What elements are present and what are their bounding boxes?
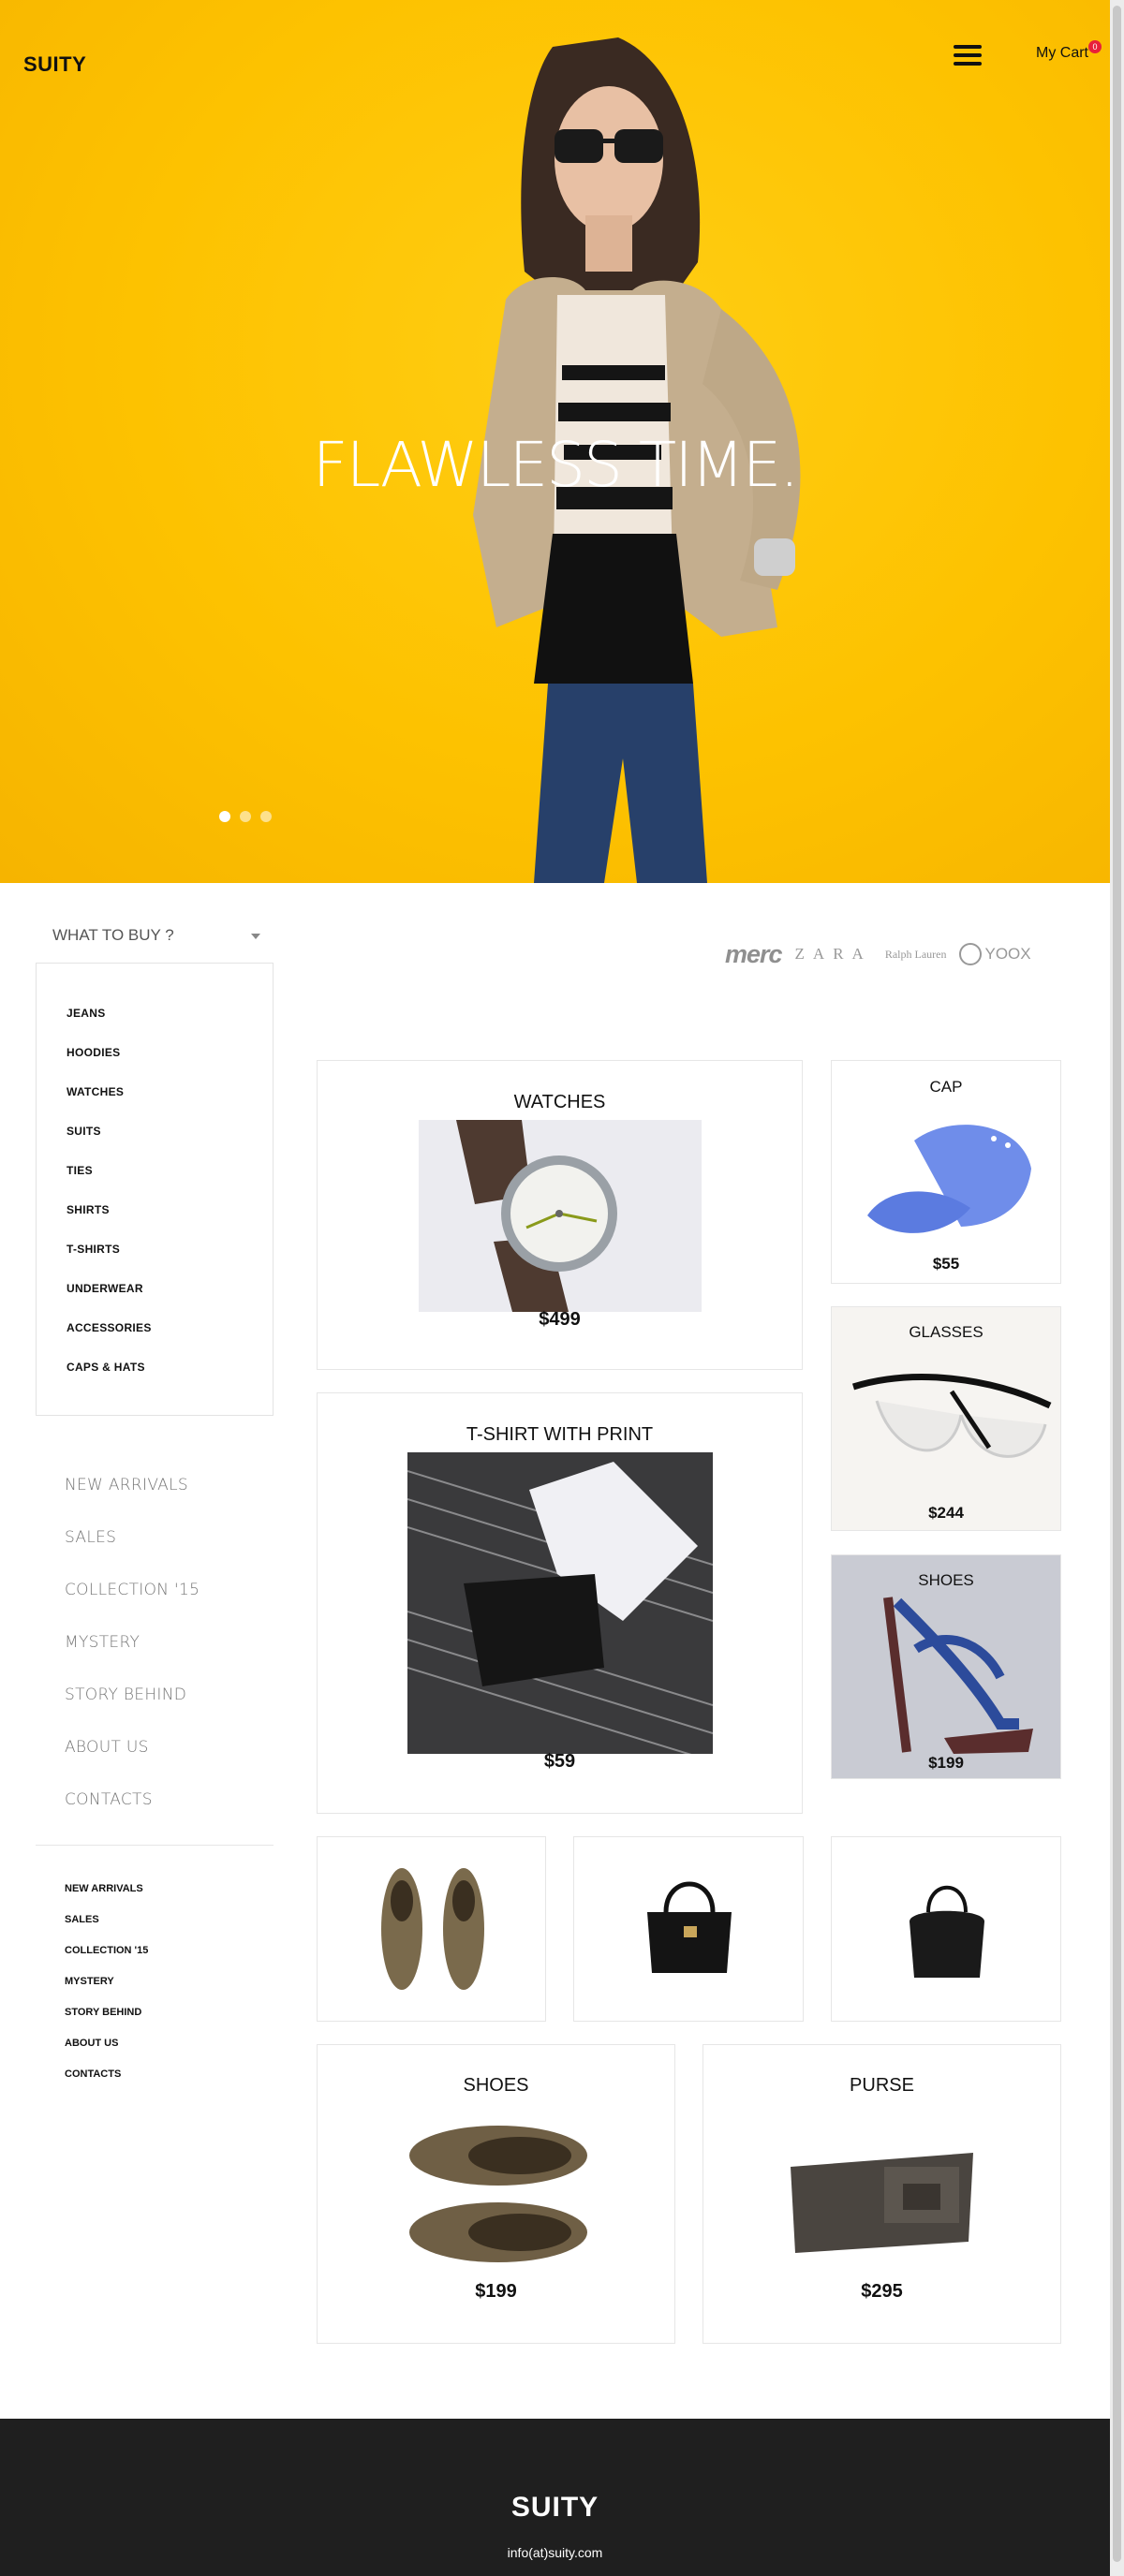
slider-dot-3[interactable] [260,811,272,822]
category-item[interactable]: HOODIES [67,1046,273,1085]
heels-image [883,1597,1033,1754]
product-title: WATCHES [513,1092,606,1112]
category-list: JEANS HOODIES WATCHES SUITS TIES SHIRTS … [36,963,274,1416]
category-item[interactable]: SHIRTS [67,1203,273,1243]
product-card-tshirt[interactable]: T-SHIRT WITH PRINT $59 [317,1392,803,1814]
hamburger-menu-icon[interactable] [954,45,982,67]
site-logo[interactable]: SUITY [23,52,86,77]
brand-logo-merc[interactable]: merc [725,940,783,969]
nav-small-link[interactable]: COLLECTION '15 [65,1945,148,1976]
sidebar-divider [36,1845,274,1846]
product-price: $55 [932,1255,960,1273]
nav-link[interactable]: NEW ARRIVALS [65,1476,200,1528]
yoox-ring-icon [959,943,983,965]
product-title: GLASSES [909,1323,984,1341]
black-bag-image [910,1885,984,1978]
watch-image [419,1120,702,1312]
category-item[interactable]: UNDERWEAR [67,1282,273,1321]
footer-email[interactable]: info(at)suity.com [0,2545,1110,2560]
sidebar-nav-small: NEW ARRIVALS SALES COLLECTION '15 MYSTER… [65,1883,148,2099]
what-to-buy-dropdown[interactable]: WHAT TO BUY ? [36,921,274,949]
product-card-cap[interactable]: CAP $55 [831,1060,1061,1284]
studded-bag-image [647,1881,732,1973]
product-card-boots[interactable] [317,1836,546,2022]
category-item[interactable]: TIES [67,1164,273,1203]
purse-image [791,2153,973,2253]
brand-logo-ralph-lauren[interactable]: Ralph Lauren [885,948,947,962]
cap-image [867,1125,1031,1233]
product-title: SHOES [463,2075,529,2096]
nav-small-link[interactable]: MYSTERY [65,1976,148,2007]
nav-link[interactable]: SALES [65,1528,200,1581]
brand-logos: merc ZARA Ralph Lauren YOOX [725,940,1031,968]
slider-dots [219,811,272,822]
product-title: PURSE [850,2075,914,2096]
nav-small-link[interactable]: ABOUT US [65,2038,148,2068]
nav-link[interactable]: STORY BEHIND [65,1685,200,1738]
product-title: CAP [929,1078,963,1096]
hero-banner: SUITY My Cart 0 FLAWLESS TIME. [0,0,1110,883]
brand-yoox-label: YOOX [984,945,1031,963]
nav-small-link[interactable]: CONTACTS [65,2068,148,2099]
brand-logo-zara[interactable]: ZARA [795,945,872,964]
product-title: SHOES [918,1571,974,1589]
product-card-purse[interactable]: PURSE $295 [702,2044,1061,2344]
scrollbar-thumb[interactable] [1113,6,1121,2562]
product-card-handbag-studded[interactable] [573,1836,804,2022]
hero-title: FLAWLESS TIME. [312,429,800,501]
nav-link[interactable]: COLLECTION '15 [65,1581,200,1633]
shoes-image [409,2126,587,2262]
slider-dot-2[interactable] [240,811,251,822]
footer: SUITY info(at)suity.com [0,2419,1110,2576]
slider-dot-1[interactable] [219,811,230,822]
product-price: $244 [928,1504,964,1522]
category-item[interactable]: CAPS & HATS [67,1361,273,1400]
scrollbar[interactable] [1110,0,1124,2576]
nav-link[interactable]: CONTACTS [65,1790,200,1843]
boots-image [381,1868,484,1990]
brand-logo-yoox[interactable]: YOOX [959,943,1031,965]
nav-link[interactable]: MYSTERY [65,1633,200,1685]
product-card-glasses[interactable]: GLASSES $244 [831,1306,1061,1531]
product-card-watches[interactable]: WATCHES $499 [317,1060,803,1370]
product-card-heels[interactable]: SHOES $199 [831,1554,1061,1779]
category-item[interactable]: ACCESSORIES [67,1321,273,1361]
sidebar-nav: NEW ARRIVALS SALES COLLECTION '15 MYSTER… [65,1476,200,1843]
cart-count-badge: 0 [1088,40,1102,53]
nav-small-link[interactable]: NEW ARRIVALS [65,1883,148,1914]
product-price: $59 [543,1751,576,1772]
product-price: $499 [539,1309,581,1330]
footer-logo[interactable]: SUITY [0,2492,1110,2524]
cart-link[interactable]: My Cart [1036,45,1088,62]
category-item[interactable]: SUITS [67,1125,273,1164]
category-item[interactable]: WATCHES [67,1085,273,1125]
product-price: $199 [475,2281,517,2302]
glasses-image [851,1374,1052,1458]
product-price: $295 [861,2281,903,2302]
caret-down-icon [251,934,260,939]
product-card-shoes[interactable]: SHOES $199 [317,2044,675,2344]
what-to-buy-label: WHAT TO BUY ? [52,926,174,944]
nav-link[interactable]: ABOUT US [65,1738,200,1790]
product-title: T-SHIRT WITH PRINT [466,1424,654,1445]
product-card-handbag-black[interactable] [831,1836,1061,2022]
tshirt-image [407,1452,713,1754]
category-item[interactable]: JEANS [67,1007,273,1046]
category-item[interactable]: T-SHIRTS [67,1243,273,1282]
nav-small-link[interactable]: SALES [65,1914,148,1945]
product-price: $199 [928,1754,964,1772]
nav-small-link[interactable]: STORY BEHIND [65,2007,148,2038]
